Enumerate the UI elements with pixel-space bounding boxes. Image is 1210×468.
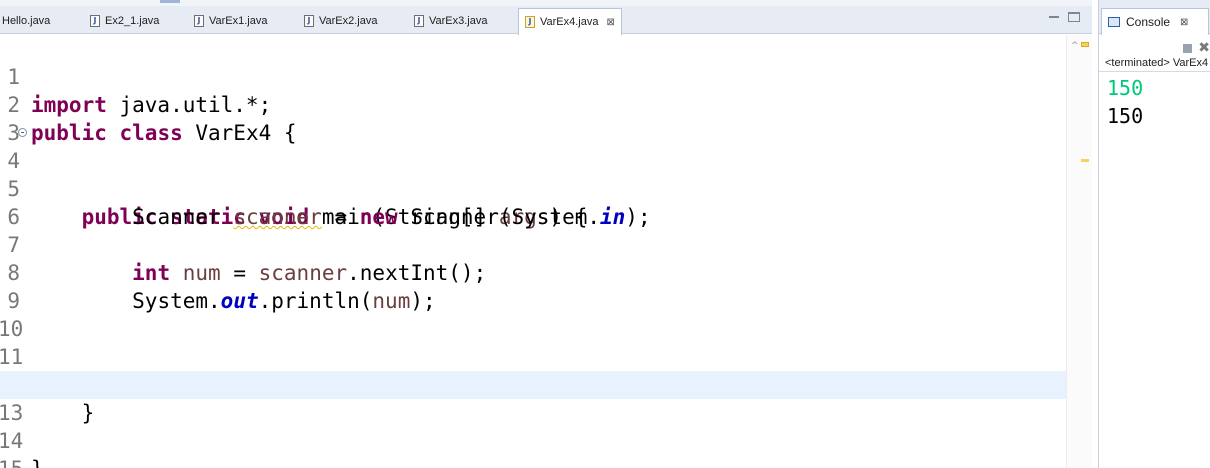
code-line[interactable]: 3 [0,91,1066,145]
tab-label: VarEx2.java [319,15,378,27]
code-line[interactable]: 14 } [0,399,1066,468]
java-file-icon: J [525,16,535,28]
code-line[interactable]: 7 int num = scanner.nextInt(); [0,203,1066,285]
scroll-up-icon[interactable]: ^ [1071,41,1079,51]
minimize-icon[interactable] [1048,12,1060,22]
code-line[interactable]: 12 } [0,343,1066,425]
tab-hello-java[interactable]: Hello.java [2,8,50,34]
line-number: 15 [0,455,23,468]
tab-label: VarEx1.java [209,15,268,27]
code-line[interactable]: 10 [0,287,1066,341]
code-line[interactable]: 6 [0,175,1066,229]
tab-console[interactable]: Console ⊠ [1101,8,1209,35]
java-file-icon: J [194,15,204,27]
code-lines: 1 import java.util.*; 2 public class Var… [0,35,1066,468]
code-line[interactable]: 9 [0,259,1066,313]
terminate-icon[interactable] [1183,43,1193,53]
close-icon[interactable]: ⊠ [607,17,615,28]
tab-label: Hello.java [2,15,51,27]
console-view: Console ⊠ ✖ <terminated> VarEx4 150 150 [1098,0,1210,468]
editor-window-controls [1048,12,1080,22]
close-icon[interactable]: ⊠ [1180,17,1188,28]
code-line[interactable]: 2 public class VarEx4 { [0,63,1066,145]
java-file-icon: J [414,15,424,27]
warning-marker[interactable] [1081,159,1089,162]
current-code-line[interactable]: 13 [0,371,1066,425]
console-toolbar: ✖ [1183,40,1210,56]
code-line[interactable]: 8 System.out.println(num); [0,231,1066,313]
code-line[interactable]: 15 [0,427,1066,468]
tab-ex2-1-java[interactable]: J Ex2_1.java [90,8,159,34]
code-line[interactable]: 11 [0,315,1066,369]
tab-varex3-java[interactable]: J VarEx3.java [414,8,488,34]
console-tab-label: Console [1126,15,1171,29]
java-file-icon: J [304,15,314,27]
tab-varex2-java[interactable]: J VarEx2.java [304,8,378,34]
tab-varex4-java[interactable]: J VarEx4.java ⊠ [518,8,622,35]
fold-collapse-icon[interactable] [18,128,27,137]
tab-label: VarEx3.java [429,15,488,27]
divider [1099,71,1210,72]
overview-ruler[interactable]: ^ [1066,35,1092,468]
code-line[interactable]: 1 import java.util.*; [0,35,1066,117]
remove-launch-icon[interactable]: ✖ [1198,40,1210,56]
code-editor[interactable]: 1 import java.util.*; 2 public class Var… [0,35,1092,468]
console-status: <terminated> VarEx4 [1105,57,1209,69]
warning-marker-icon[interactable] [1081,42,1089,47]
tab-bar-accent [160,0,180,3]
code-line[interactable]: 5 Scanner scanner = new Scanner(System.i… [0,147,1066,229]
tab-label: VarEx4.java [540,16,599,28]
console-icon [1108,17,1120,27]
java-file-icon: J [90,15,100,27]
maximize-icon[interactable] [1068,12,1080,22]
console-input-line: 150 [1107,76,1144,100]
console-tab-bar: Console ⊠ [1099,0,1210,35]
tab-varex1-java[interactable]: J VarEx1.java [194,8,268,34]
tab-label: Ex2_1.java [105,15,160,27]
console-output-line: 150 [1107,104,1144,128]
code-line[interactable]: 4 public static void main(String[] args)… [0,119,1066,229]
editor-tab-bar: Hello.java J Ex2_1.java J VarEx1.java J … [0,0,1092,35]
